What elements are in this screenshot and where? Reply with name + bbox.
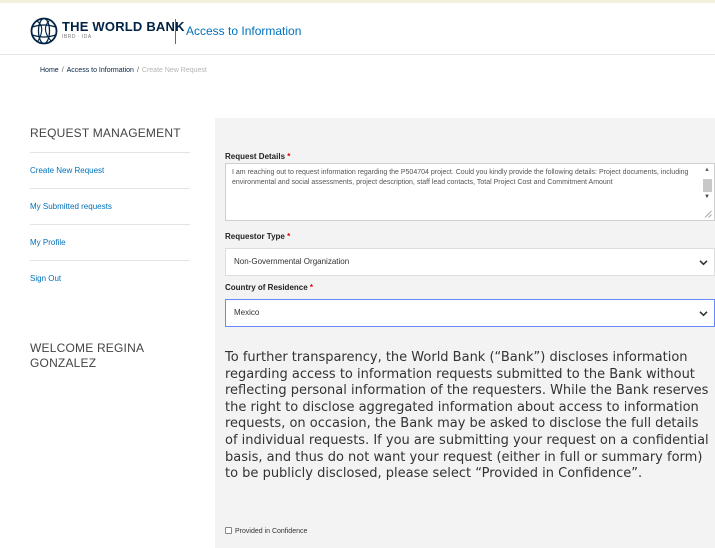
requestor-type-value: Non-Governmental Organization [234, 257, 350, 266]
breadcrumb-separator: / [136, 67, 139, 74]
brand-subtitle: IBRD · IDA [62, 34, 92, 40]
country-label-text: Country of Residence [225, 283, 308, 292]
sidebar-item-my-profile[interactable]: My Profile [30, 225, 190, 261]
chevron-down-icon [699, 311, 708, 317]
disclosure-text: To further transparency, the World Bank … [225, 350, 709, 482]
resize-handle-icon[interactable] [704, 210, 712, 218]
request-details-text: I am reaching out to request information… [232, 169, 689, 186]
requestor-type-label-text: Requestor Type [225, 232, 285, 241]
welcome-message: WELCOME REGINA GONZALEZ [30, 341, 144, 370]
site-header: THE WORLD BANK IBRD · IDA Access to Info… [0, 3, 715, 55]
chevron-down-icon [699, 260, 708, 266]
breadcrumb-current: Create New Request [141, 67, 207, 74]
breadcrumb-home[interactable]: Home [40, 67, 59, 74]
brand-name: THE WORLD BANK [62, 19, 185, 34]
request-form-panel: Request Details * I am reaching out to r… [215, 118, 715, 548]
header-divider [175, 19, 176, 44]
breadcrumb: Home / Access to Information / Create New Re… [40, 66, 207, 76]
country-label: Country of Residence * [225, 283, 313, 293]
required-mark: * [287, 232, 291, 241]
request-details-label: Request Details * [225, 152, 290, 162]
confidential-checkbox-row[interactable]: Provided in Confidence [225, 527, 307, 537]
sidebar-item-create-new-request[interactable]: Create New Request [30, 153, 190, 189]
sidebar-item-sign-out[interactable]: Sign Out [30, 261, 190, 297]
sidebar-item-my-submitted-requests[interactable]: My Submitted requests [30, 189, 190, 225]
sidebar-title: REQUEST MANAGEMENT [30, 126, 190, 153]
sidebar: REQUEST MANAGEMENT Create New Request My… [30, 126, 190, 297]
section-title-link[interactable]: Access to Information [186, 24, 301, 38]
brand-wordmark[interactable]: THE WORLD BANK IBRD · IDA [62, 19, 185, 40]
world-bank-globe-icon[interactable] [30, 17, 58, 45]
scroll-up-arrow-icon[interactable]: ▲ [704, 167, 710, 174]
requestor-type-select[interactable]: Non-Governmental Organization [225, 248, 715, 276]
country-value: Mexico [234, 308, 260, 317]
confidential-checkbox-label: Provided in Confidence [235, 528, 308, 535]
textarea-scrollbar[interactable]: ▲ ▼ [703, 167, 712, 207]
breadcrumb-access-to-information[interactable]: Access to Information [67, 67, 134, 74]
confidential-checkbox[interactable] [225, 527, 232, 534]
breadcrumb-separator: / [61, 67, 64, 74]
scroll-down-arrow-icon[interactable]: ▼ [704, 194, 710, 201]
requestor-type-label: Requestor Type * [225, 232, 290, 242]
request-details-label-text: Request Details [225, 152, 286, 161]
country-select[interactable]: Mexico [225, 299, 715, 327]
required-mark: * [287, 152, 291, 161]
scrollbar-thumb[interactable] [703, 179, 712, 192]
required-mark: * [309, 283, 314, 292]
request-details-textarea[interactable]: I am reaching out to request information… [225, 163, 715, 221]
